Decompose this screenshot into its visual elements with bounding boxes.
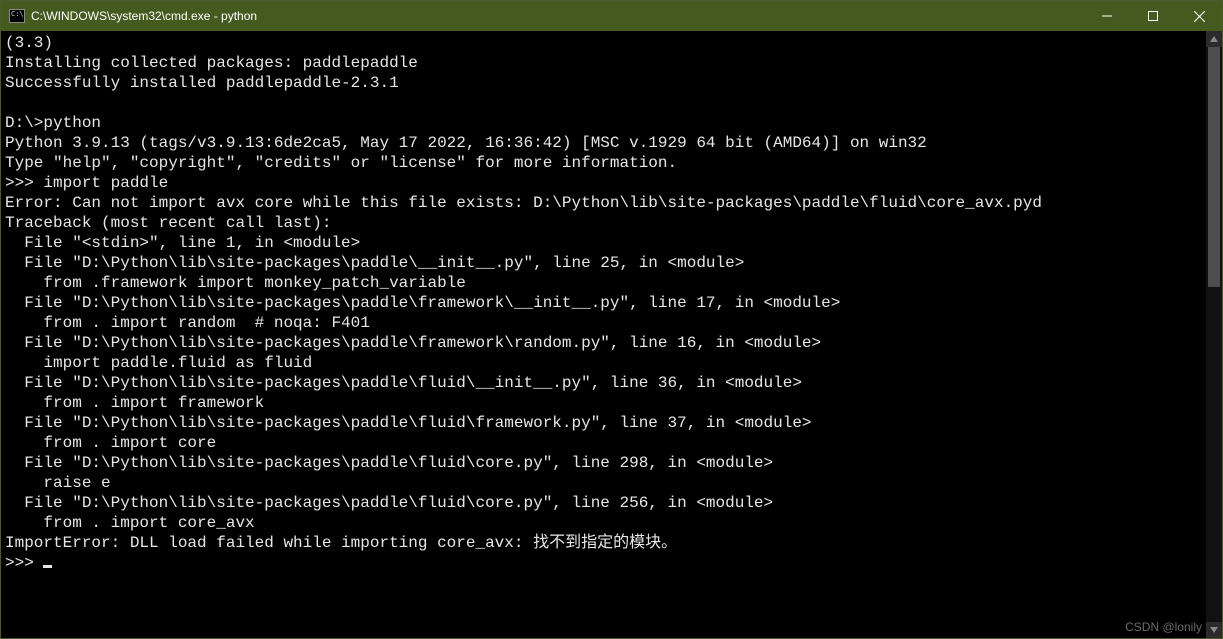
scrollbar-track[interactable] xyxy=(1206,47,1222,622)
terminal-output[interactable]: (3.3) Installing collected packages: pad… xyxy=(1,31,1206,638)
cursor xyxy=(43,565,52,568)
vertical-scrollbar[interactable] xyxy=(1206,31,1222,638)
close-button[interactable] xyxy=(1176,1,1222,31)
cmd-icon xyxy=(9,9,25,23)
scrollbar-thumb[interactable] xyxy=(1208,47,1220,287)
window-title: C:\WINDOWS\system32\cmd.exe - python xyxy=(31,9,257,23)
scroll-up-button[interactable] xyxy=(1206,31,1222,47)
scroll-down-button[interactable] xyxy=(1206,622,1222,638)
client-area: (3.3) Installing collected packages: pad… xyxy=(1,31,1222,638)
watermark-text: CSDN @lonily xyxy=(1125,620,1202,634)
chevron-down-icon xyxy=(1210,626,1218,634)
maximize-icon xyxy=(1148,11,1158,21)
minimize-icon xyxy=(1102,11,1112,21)
chevron-up-icon xyxy=(1210,35,1218,43)
cmd-window: C:\WINDOWS\system32\cmd.exe - python (3.… xyxy=(0,0,1223,639)
maximize-button[interactable] xyxy=(1130,1,1176,31)
titlebar[interactable]: C:\WINDOWS\system32\cmd.exe - python xyxy=(1,1,1222,31)
minimize-button[interactable] xyxy=(1084,1,1130,31)
close-icon xyxy=(1194,11,1205,22)
